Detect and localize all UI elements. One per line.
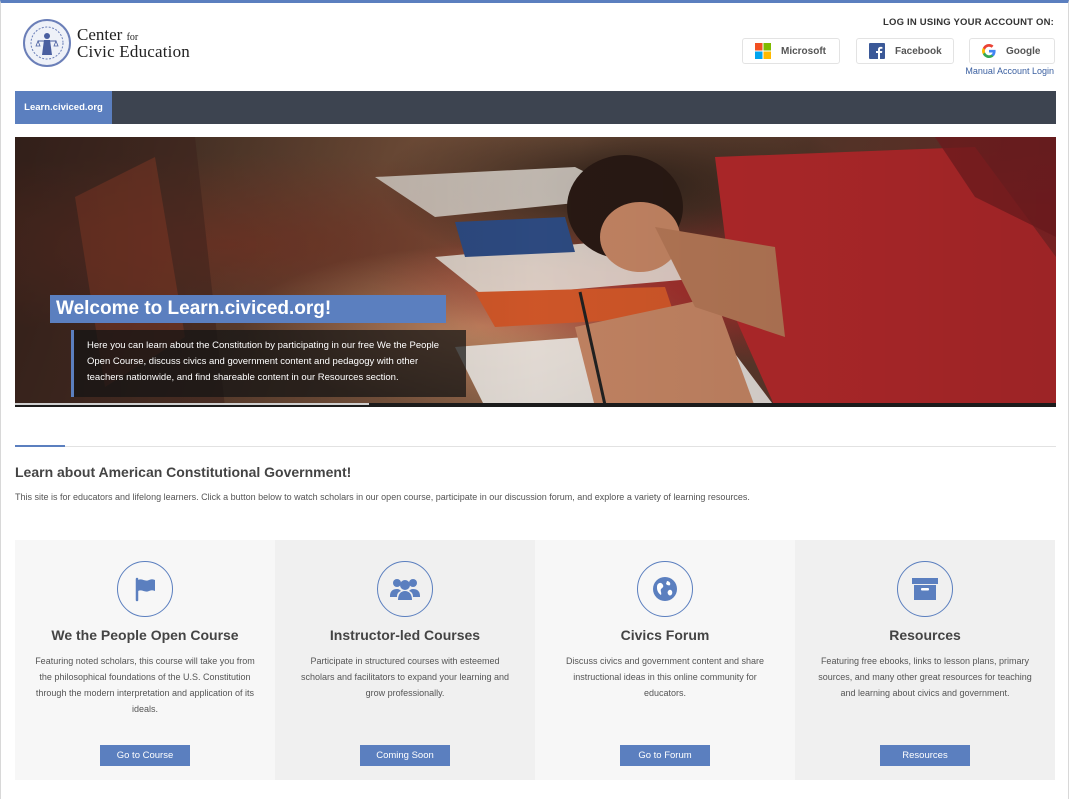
coming-soon-button[interactable]: Coming Soon bbox=[360, 745, 450, 766]
hero-banner: Welcome to Learn.civiced.org! Here you c… bbox=[15, 137, 1056, 407]
card-description: Featuring noted scholars, this course wi… bbox=[35, 656, 255, 714]
card-description: Featuring free ebooks, links to lesson p… bbox=[818, 656, 1032, 698]
card-resources: Resources Featuring free ebooks, links t… bbox=[795, 540, 1055, 780]
google-icon bbox=[982, 44, 996, 58]
go-to-course-button[interactable]: Go to Course bbox=[100, 745, 190, 766]
facebook-login-label: Facebook bbox=[895, 45, 942, 57]
site-logo[interactable]: Center for Civic Education bbox=[23, 15, 203, 71]
google-login-button[interactable]: Google bbox=[969, 38, 1055, 64]
go-to-forum-button[interactable]: Go to Forum bbox=[620, 745, 710, 766]
feature-cards: We the People Open Course Featuring note… bbox=[15, 540, 1056, 780]
card-description: Discuss civics and government content an… bbox=[565, 656, 765, 698]
slide-progress-bar bbox=[15, 403, 1056, 407]
intro-description: This site is for educators and lifelong … bbox=[15, 492, 750, 502]
card-title: Resources bbox=[889, 627, 961, 643]
manual-login-link[interactable]: Manual Account Login bbox=[965, 66, 1054, 76]
users-icon bbox=[377, 561, 433, 617]
microsoft-login-label: Microsoft bbox=[781, 45, 826, 57]
facebook-login-button[interactable]: Facebook bbox=[856, 38, 954, 64]
google-login-label: Google bbox=[1006, 45, 1041, 57]
card-description: Participate in structured courses with e… bbox=[300, 656, 510, 698]
card-civics-forum: Civics Forum Discuss civics and governme… bbox=[535, 540, 795, 780]
card-title: Civics Forum bbox=[620, 627, 710, 643]
login-title: LOG IN USING YOUR ACCOUNT ON: bbox=[883, 17, 1054, 28]
site-header: Center for Civic Education LOG IN USING … bbox=[1, 3, 1068, 91]
section-divider bbox=[15, 446, 1056, 447]
card-open-course: We the People Open Course Featuring note… bbox=[15, 540, 275, 780]
card-instructor-led: Instructor-led Courses Participate in st… bbox=[275, 540, 535, 780]
archive-box-icon bbox=[897, 561, 953, 617]
logo-text: Center for Civic Education bbox=[77, 26, 190, 60]
facebook-icon bbox=[869, 43, 885, 59]
microsoft-login-button[interactable]: Microsoft bbox=[742, 38, 840, 64]
microsoft-icon bbox=[755, 43, 771, 59]
nav-item-home[interactable]: Learn.civiced.org bbox=[15, 91, 112, 124]
hero-title: Welcome to Learn.civiced.org! bbox=[50, 295, 446, 323]
flag-icon bbox=[117, 561, 173, 617]
intro-title: Learn about American Constitutional Gove… bbox=[15, 464, 352, 480]
card-title: Instructor-led Courses bbox=[329, 627, 481, 643]
seal-icon bbox=[23, 19, 71, 67]
section-divider-accent bbox=[15, 445, 65, 447]
main-navbar: Learn.civiced.org bbox=[15, 91, 1056, 124]
slide-progress-fill bbox=[15, 403, 369, 405]
hero-description: Here you can learn about the Constitutio… bbox=[71, 330, 466, 397]
logo-line2: Civic Education bbox=[77, 42, 191, 61]
globe-icon bbox=[637, 561, 693, 617]
card-title: We the People Open Course bbox=[51, 627, 239, 643]
resources-button[interactable]: Resources bbox=[880, 745, 970, 766]
